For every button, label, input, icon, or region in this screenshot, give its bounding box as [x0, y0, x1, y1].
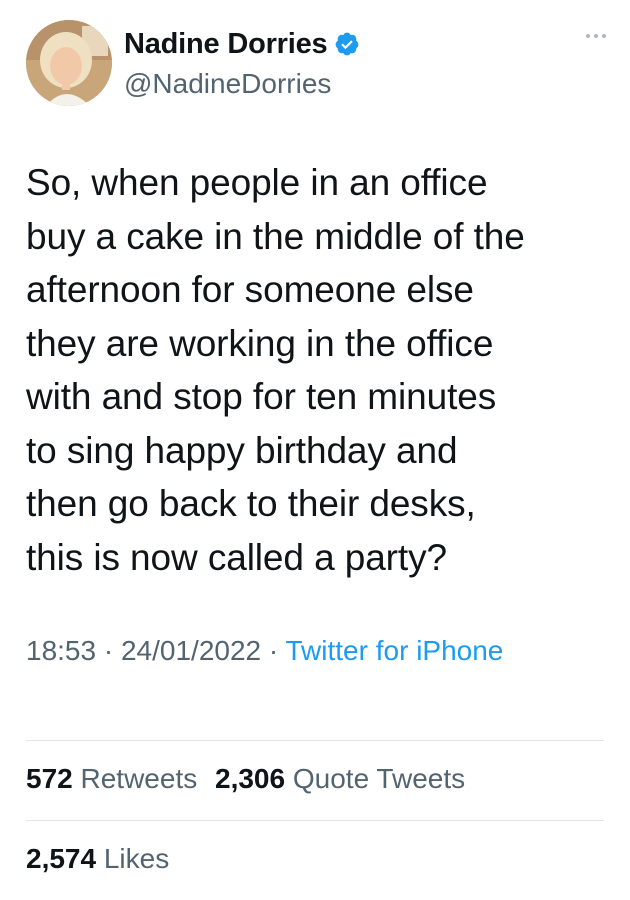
- more-options-icon[interactable]: [586, 34, 606, 38]
- quote-tweets-label: Quote Tweets: [292, 763, 466, 794]
- meta-separator: ·: [103, 635, 114, 666]
- quote-tweets-stat[interactable]: 2,306 Quote Tweets: [215, 757, 465, 801]
- author-handle[interactable]: @NadineDorries: [124, 68, 360, 100]
- quote-tweets-count: 2,306: [215, 763, 286, 794]
- tweet-date[interactable]: 24/01/2022: [121, 635, 261, 666]
- tweet-metadata: 18:53 · 24/01/2022 · Twitter for iPhone: [26, 630, 596, 671]
- likes-stats: 2,574 Likes: [26, 837, 179, 881]
- retweets-stat[interactable]: 572 Retweets: [26, 757, 197, 801]
- verified-badge-icon: [335, 32, 358, 56]
- avatar[interactable]: [26, 20, 112, 106]
- author-info: Nadine Dorries @NadineDorries: [124, 24, 360, 100]
- likes-count: 2,574: [26, 843, 97, 874]
- tweet-card: Nadine Dorries @NadineDorries So, when p…: [0, 0, 630, 900]
- divider: [26, 820, 604, 821]
- retweets-label: Retweets: [80, 763, 198, 794]
- meta-separator: ·: [268, 635, 279, 666]
- retweets-count: 572: [26, 763, 73, 794]
- profile-photo-icon: [26, 20, 112, 106]
- divider: [26, 740, 604, 741]
- engagement-stats: 572 Retweets 2,306 Quote Tweets: [26, 757, 475, 801]
- author-name[interactable]: Nadine Dorries: [124, 28, 328, 61]
- tweet-time[interactable]: 18:53: [26, 635, 96, 666]
- likes-label: Likes: [103, 843, 170, 874]
- tweet-source-link[interactable]: Twitter for iPhone: [286, 635, 504, 666]
- likes-stat[interactable]: 2,574 Likes: [26, 837, 169, 881]
- tweet-text: So, when people in an office buy a cake …: [26, 162, 525, 578]
